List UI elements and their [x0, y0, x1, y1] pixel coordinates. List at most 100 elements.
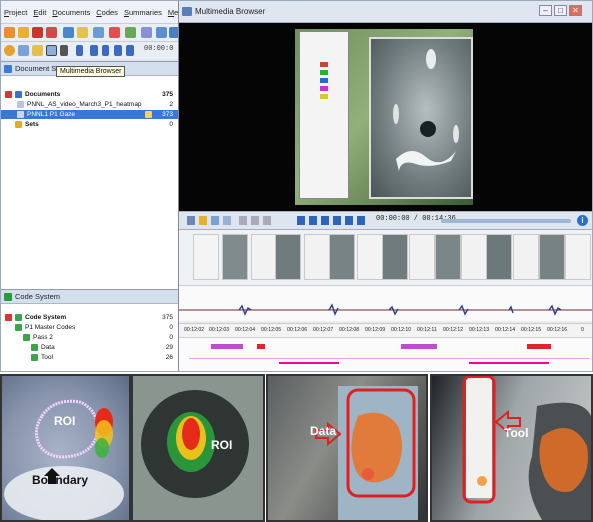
timeline-icon[interactable]: [239, 216, 247, 225]
tree-row-gaze-doc[interactable]: PNNL1 P1 Gaze 373: [1, 110, 181, 119]
window-icon[interactable]: [18, 45, 29, 56]
tree-row-code-system[interactable]: Code System 375: [1, 313, 181, 322]
copy-icon[interactable]: [63, 27, 74, 38]
tree-row-pass2[interactable]: Pass 2 0: [1, 333, 181, 342]
menu-documents[interactable]: Documents: [52, 8, 90, 17]
maximize-button[interactable]: □: [554, 5, 567, 16]
skip-forward-icon[interactable]: [357, 216, 365, 225]
tree-row-tool[interactable]: Tool 26: [1, 353, 181, 362]
data-label: Data: [310, 424, 337, 438]
table-icon[interactable]: [156, 27, 167, 38]
menu-bar: Project Edit Documents Codes Summaries M…: [1, 1, 189, 23]
coded-segment[interactable]: [257, 344, 265, 349]
thumbnail[interactable]: [222, 234, 248, 280]
thumbnail[interactable]: [193, 234, 219, 280]
forward-icon[interactable]: [345, 216, 353, 225]
thumbnail[interactable]: [251, 234, 277, 280]
thumbnail[interactable]: [486, 234, 512, 280]
playback-slider[interactable]: [441, 219, 571, 223]
close-project-icon[interactable]: [46, 27, 57, 38]
code-icon: [15, 314, 22, 321]
app-window: Project Edit Documents Codes Summaries M…: [0, 0, 593, 372]
thumbnail[interactable]: [461, 234, 487, 280]
skip-back-icon[interactable]: [297, 216, 305, 225]
document-icon[interactable]: [93, 27, 104, 38]
clock-icon[interactable]: [223, 216, 231, 225]
tree-label: Tool: [41, 354, 53, 361]
menu-edit[interactable]: Edit: [33, 8, 46, 17]
thumbnail[interactable]: [382, 234, 408, 280]
menu-summaries[interactable]: Summaries: [124, 8, 162, 17]
folder-icon[interactable]: [199, 216, 207, 225]
thumbnail[interactable]: [435, 234, 461, 280]
coded-segment[interactable]: [527, 344, 551, 349]
delete-icon[interactable]: [32, 27, 43, 38]
code-icon: [15, 324, 22, 331]
video-player[interactable]: [179, 23, 592, 211]
grid-icon[interactable]: [125, 27, 136, 38]
tree-count: 2: [169, 101, 173, 108]
code-icon[interactable]: [109, 27, 120, 38]
sort-icon[interactable]: [60, 45, 68, 56]
thumbnail[interactable]: [329, 234, 355, 280]
code-icon: [31, 344, 38, 351]
stop-icon[interactable]: [102, 45, 109, 56]
tree-count: 373: [162, 111, 173, 118]
folder-icon[interactable]: [18, 27, 29, 38]
time-tick: 00:12:10: [391, 327, 412, 333]
collapse-icon[interactable]: [5, 91, 12, 98]
menu-codes[interactable]: Codes: [96, 8, 118, 17]
document-system-panel: Document Sy Documents 375 PNNL_AS_video_…: [1, 61, 181, 289]
multimedia-browser-title: Multimedia Browser: [195, 7, 266, 16]
multimedia-browser-icon[interactable]: [46, 45, 57, 56]
time-tick: 00:12:02: [184, 327, 205, 333]
collapse-icon[interactable]: [5, 314, 12, 321]
tree-count: 375: [162, 314, 173, 321]
code-icon: [23, 334, 30, 341]
pause-icon[interactable]: [76, 45, 83, 56]
coded-segment[interactable]: [211, 344, 243, 349]
folder-open-icon[interactable]: [32, 45, 43, 56]
settings-icon[interactable]: [211, 216, 219, 225]
thumbnail[interactable]: [409, 234, 435, 280]
thumbnail[interactable]: [539, 234, 565, 280]
marker-icon[interactable]: [187, 216, 195, 225]
close-button[interactable]: ✕: [569, 5, 582, 16]
memo-icon[interactable]: [77, 27, 88, 38]
thumbnail[interactable]: [565, 234, 591, 280]
tree-row-data[interactable]: Data 29: [1, 343, 181, 352]
tree-row-heatmap-doc[interactable]: PNNL_AS_video_March3_P1_heatmap 2: [1, 100, 181, 109]
rewind-icon[interactable]: [90, 45, 98, 56]
open-project-icon[interactable]: [4, 27, 15, 38]
tree-row-documents[interactable]: Documents 375: [1, 90, 181, 99]
document-system-icon: [4, 65, 12, 73]
coded-segment[interactable]: [401, 344, 437, 349]
forward-icon[interactable]: [126, 45, 134, 56]
gear-icon[interactable]: [4, 45, 15, 56]
menu-project[interactable]: Project: [4, 8, 27, 17]
time-tick: 00:12:15: [521, 327, 542, 333]
matrix-icon[interactable]: [141, 27, 152, 38]
zoom-icon[interactable]: [263, 216, 271, 225]
minimize-button[interactable]: –: [539, 5, 552, 16]
audio-waveform[interactable]: [179, 285, 592, 323]
thumbnail[interactable]: [513, 234, 539, 280]
code-system-title: Code System: [15, 292, 61, 301]
roi-boundary-graphic: [4, 399, 124, 520]
coded-segment[interactable]: [279, 362, 339, 364]
stop-icon[interactable]: [321, 216, 329, 225]
play-icon[interactable]: [114, 45, 122, 56]
tree-row-master-codes[interactable]: P1 Master Codes 0: [1, 323, 181, 332]
play-icon[interactable]: [333, 216, 341, 225]
info-icon[interactable]: i: [577, 215, 588, 226]
thumbnail[interactable]: [275, 234, 301, 280]
rewind-icon[interactable]: [309, 216, 317, 225]
thumbnail[interactable]: [357, 234, 383, 280]
coded-segment[interactable]: [469, 362, 549, 364]
thumbnail[interactable]: [304, 234, 330, 280]
waveform-icon[interactable]: [251, 216, 259, 225]
heatmap-image: ROI: [131, 374, 265, 522]
time-tick: 00:12:13: [469, 327, 490, 333]
tree-row-sets[interactable]: Sets 0: [1, 120, 181, 129]
roi-label: ROI: [211, 438, 233, 452]
